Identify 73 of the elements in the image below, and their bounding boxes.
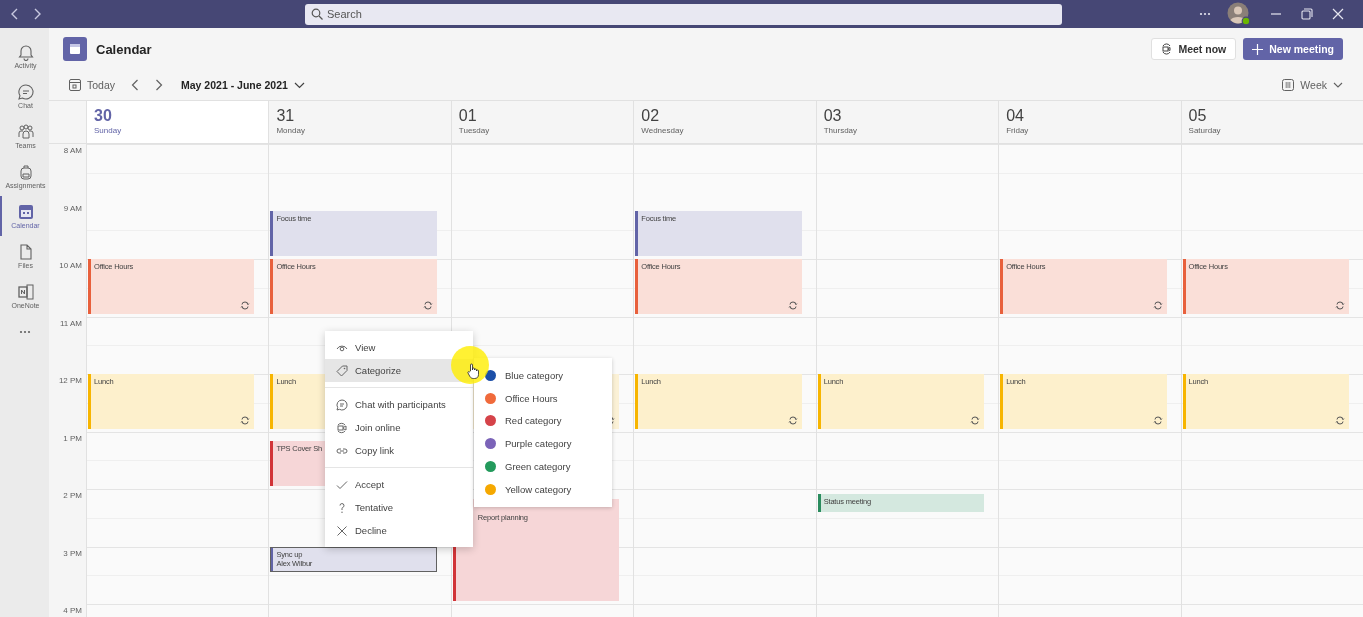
day-header[interactable]: 04 Friday: [998, 101, 1181, 143]
calendar-icon: [69, 79, 81, 91]
today-button[interactable]: Today: [69, 79, 116, 91]
notebook-icon: [16, 283, 35, 301]
meet-now-button[interactable]: Meet now: [1151, 38, 1237, 60]
previous-icon[interactable]: [131, 79, 140, 91]
columns-icon: [1282, 79, 1295, 91]
hour-label: 4 PM: [62, 605, 83, 617]
more-icon[interactable]: [18, 330, 31, 334]
view-dropdown[interactable]: Week: [1282, 79, 1343, 91]
hour-label: 2 PM: [62, 490, 83, 502]
new-meeting-button[interactable]: New meeting: [1243, 38, 1343, 60]
calendar-icon: [16, 203, 35, 221]
repeat-icon: [787, 415, 798, 425]
day-header[interactable]: 31 Monday: [268, 101, 451, 143]
menu-item[interactable]: Yellow category: [474, 478, 612, 501]
hour-label: 9 AM: [62, 202, 83, 215]
back-icon[interactable]: [10, 8, 20, 20]
people-icon: [16, 123, 35, 141]
menu-item[interactable]: Join online: [325, 416, 412, 439]
chat-bubble-icon: [336, 398, 348, 411]
hour-label: 3 PM: [62, 547, 83, 560]
menu-item[interactable]: View: [325, 336, 387, 359]
menu-item[interactable]: Chat with participants: [325, 393, 457, 416]
menu-item[interactable]: Decline: [325, 519, 398, 542]
hour-label: 10 AM: [58, 260, 83, 272]
tag-icon: [336, 364, 348, 377]
hour-label: 1 PM: [62, 432, 83, 445]
next-icon[interactable]: [155, 79, 164, 91]
repeat-icon: [240, 300, 251, 310]
search-icon: [311, 8, 323, 20]
close-icon: [336, 524, 348, 537]
hour-label: 11 AM: [58, 317, 83, 330]
checkmark-icon: [336, 478, 348, 491]
calendar-icon: [63, 37, 87, 61]
hour-label: 12 PM: [57, 375, 83, 387]
close-icon[interactable]: [1332, 8, 1344, 20]
chat-bubble-icon: [16, 83, 35, 101]
day-header[interactable]: 02 Wednesday: [633, 101, 816, 143]
search-field[interactable]: Search: [305, 3, 1062, 25]
hand-cursor-icon: [467, 363, 479, 379]
day-header[interactable]: 01 Tuesday: [450, 101, 634, 143]
repeat-icon: [1152, 415, 1163, 425]
more-icon[interactable]: [1199, 12, 1211, 16]
day-header[interactable]: 05 Saturday: [1180, 101, 1363, 143]
bell-icon: [16, 43, 35, 61]
menu-item[interactable]: Green category: [474, 455, 612, 478]
menu-item[interactable]: Purple category: [474, 432, 612, 456]
page-title: Calendar: [96, 41, 152, 57]
repeat-icon: [787, 300, 798, 310]
date-range-button[interactable]: May 2021 - June 2021: [181, 79, 305, 91]
repeat-icon: [970, 415, 981, 425]
camera-icon: [336, 421, 348, 434]
repeat-icon: [1152, 300, 1163, 310]
repeat-icon: [422, 300, 433, 310]
camera-icon: [1161, 43, 1173, 55]
forward-icon[interactable]: [32, 8, 42, 20]
plus-icon: [1252, 43, 1264, 55]
repeat-icon: [1335, 300, 1345, 310]
chevron-down-icon: [1333, 82, 1343, 88]
avatar[interactable]: [1227, 2, 1251, 26]
repeat-icon: [1335, 415, 1345, 425]
day-header[interactable]: 30 Sunday: [86, 101, 269, 143]
menu-item[interactable]: Office Hours: [474, 386, 612, 410]
menu-item[interactable]: Copy link: [325, 439, 406, 462]
restore-icon[interactable]: [1301, 8, 1313, 20]
hour-label: 8 AM: [62, 145, 83, 157]
chevron-down-icon: [293, 81, 305, 89]
day-header[interactable]: 03 Thursday: [815, 101, 999, 143]
repeat-icon: [240, 415, 251, 425]
menu-item[interactable]: Accept: [325, 473, 396, 496]
menu-item[interactable]: Red category: [474, 409, 612, 433]
menu-item[interactable]: Tentative: [325, 496, 405, 519]
